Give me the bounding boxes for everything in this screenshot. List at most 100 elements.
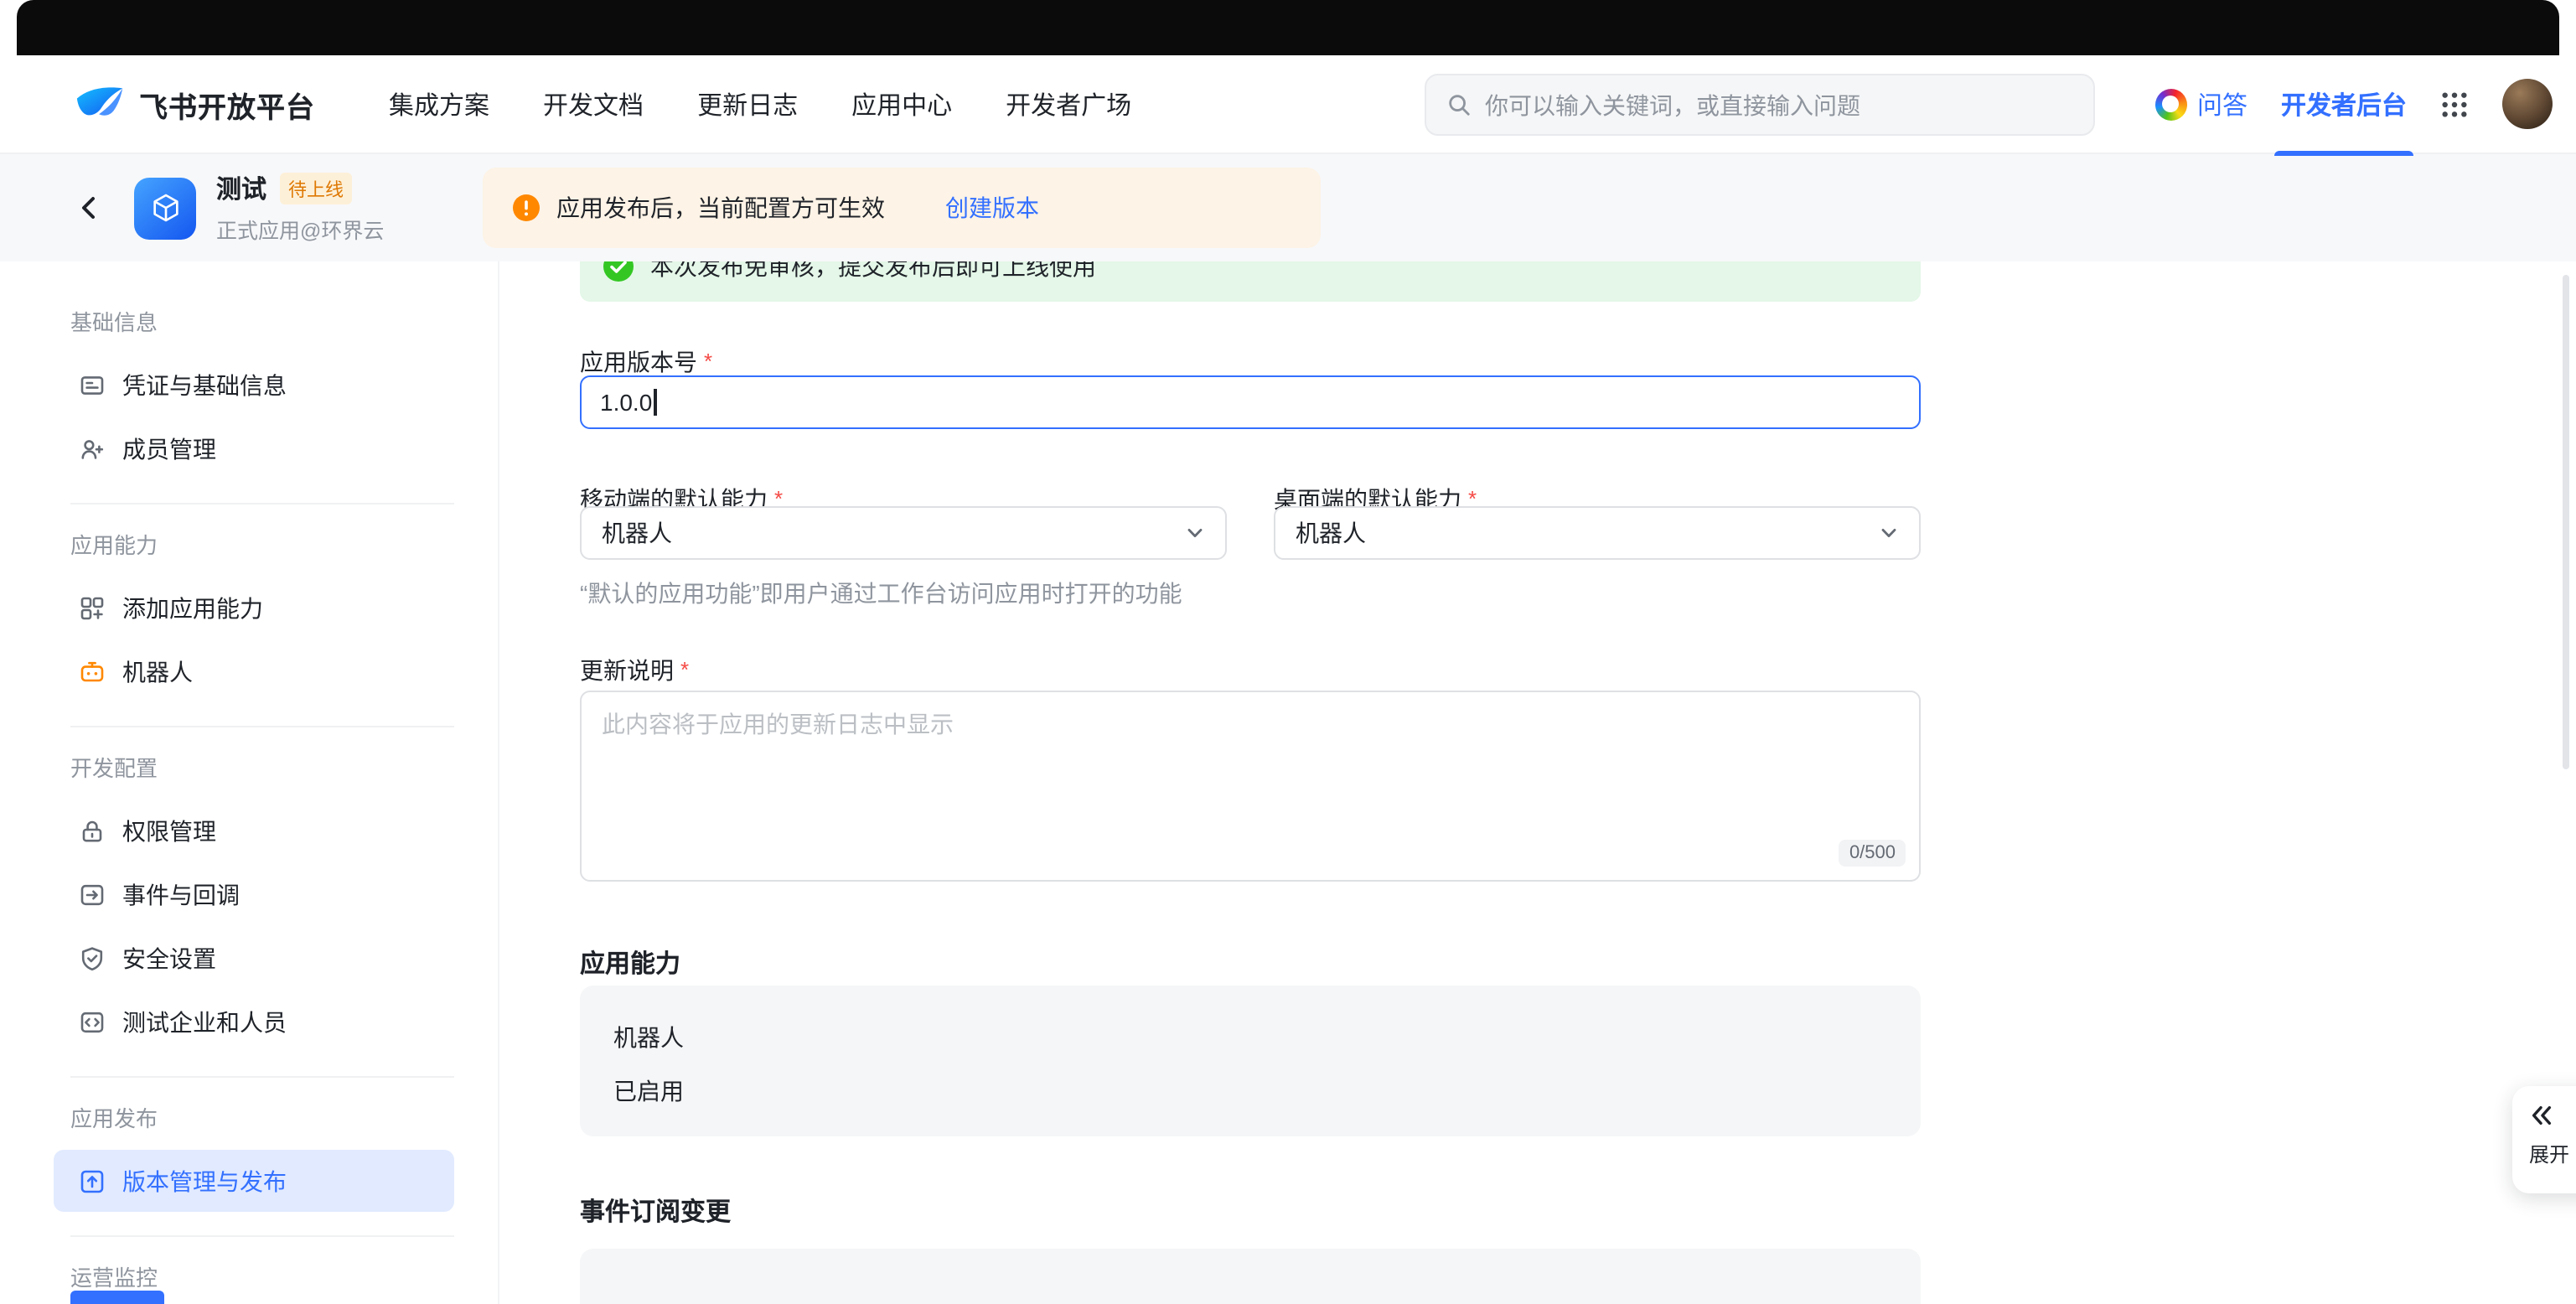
nav-item-dev-marketplace[interactable]: 开发者广场 bbox=[1006, 86, 1131, 122]
apps-grid-icon[interactable] bbox=[2440, 90, 2469, 118]
app-version-input[interactable]: 1.0.0 bbox=[580, 375, 1921, 429]
shield-icon bbox=[79, 944, 106, 971]
status-badge: 待上线 bbox=[280, 173, 352, 204]
members-icon bbox=[79, 435, 106, 462]
create-version-link[interactable]: 创建版本 bbox=[945, 191, 1039, 225]
char-counter: 0/500 bbox=[1839, 840, 1906, 867]
warning-banner: 应用发布后，当前配置方可生效 创建版本 bbox=[483, 168, 1321, 248]
sidebar-item-permissions[interactable]: 权限管理 bbox=[54, 799, 454, 862]
sidebar-section-monitoring: 运营监控 bbox=[70, 1260, 498, 1292]
double-chevron-left-icon bbox=[2529, 1103, 2576, 1128]
user-avatar[interactable] bbox=[2502, 79, 2553, 129]
feishu-brand[interactable]: 飞书开放平台 bbox=[75, 83, 315, 125]
sidebar-divider bbox=[70, 726, 454, 727]
robot-icon bbox=[79, 658, 106, 685]
permission-lock-icon bbox=[79, 817, 106, 844]
sidebar-item-label: 凭证与基础信息 bbox=[122, 368, 287, 401]
back-button[interactable] bbox=[74, 193, 104, 223]
app-name: 测试 bbox=[216, 171, 266, 206]
sidebar-item-test-org[interactable]: 测试企业和人员 bbox=[54, 991, 454, 1053]
warning-text: 应用发布后，当前配置方可生效 bbox=[556, 191, 885, 225]
code-brackets-icon bbox=[79, 1008, 106, 1035]
chevron-down-icon bbox=[1185, 523, 1205, 543]
success-check-icon bbox=[603, 261, 634, 282]
add-capability-icon bbox=[79, 594, 106, 621]
success-banner-text: 本次发布免审核，提交发布后即可上线使用 bbox=[650, 261, 1096, 283]
nav-item-changelog[interactable]: 更新日志 bbox=[697, 86, 798, 122]
sidebar-section-dev-config: 开发配置 bbox=[70, 751, 498, 783]
sidebar-item-label: 版本管理与发布 bbox=[122, 1164, 287, 1198]
update-notes-label: 更新说明 bbox=[580, 654, 689, 687]
app-titles: 测试 待上线 正式应用@环界云 bbox=[216, 171, 384, 245]
sidebar-item-robot[interactable]: 机器人 bbox=[54, 640, 454, 702]
sidebar-item-version-release[interactable]: 版本管理与发布 bbox=[54, 1150, 454, 1212]
version-value: 1.0.0 bbox=[600, 389, 652, 416]
window-topbar bbox=[17, 0, 2559, 55]
qa-button[interactable]: 问答 bbox=[2155, 86, 2248, 122]
app-header-bar: 测试 待上线 正式应用@环界云 应用发布后，当前配置方可生效 创建版本 bbox=[0, 154, 2576, 261]
main-content: 本次发布免审核，提交发布后即可上线使用 应用版本号 1.0.0 移动端的默认能力… bbox=[498, 261, 2576, 1304]
warning-icon bbox=[513, 194, 540, 221]
sidebar-item-members[interactable]: 成员管理 bbox=[54, 417, 454, 479]
developer-console-label: 开发者后台 bbox=[2281, 86, 2407, 122]
tab-developer-console[interactable]: 开发者后台 bbox=[2281, 54, 2407, 153]
sidebar-section-basic-info: 基础信息 bbox=[70, 305, 498, 337]
capability-status: 已启用 bbox=[613, 1074, 684, 1108]
sidebar-section-capabilities: 应用能力 bbox=[70, 528, 498, 560]
partially-visible-element bbox=[70, 1291, 164, 1304]
desktop-capability-select[interactable]: 机器人 bbox=[1274, 506, 1921, 560]
sidebar-item-events-callbacks[interactable]: 事件与回调 bbox=[54, 863, 454, 925]
search-input[interactable]: 你可以输入关键词，或直接输入问题 bbox=[1425, 74, 2095, 136]
sidebar: 基础信息 凭证与基础信息 成员管理 应用能力 bbox=[0, 261, 498, 1304]
search-icon bbox=[1446, 92, 1472, 117]
scrollbar-thumb[interactable] bbox=[2563, 275, 2569, 769]
search-placeholder: 你可以输入关键词，或直接输入问题 bbox=[1485, 88, 1860, 122]
brand-name: 飞书开放平台 bbox=[139, 83, 315, 125]
nav-item-docs[interactable]: 开发文档 bbox=[543, 86, 644, 122]
event-section-title: 事件订阅变更 bbox=[580, 1193, 731, 1229]
capability-summary-card: 机器人 已启用 bbox=[580, 986, 1921, 1136]
top-navbar: 飞书开放平台 集成方案 开发文档 更新日志 应用中心 开发者广场 你可以输入关键… bbox=[0, 55, 2576, 154]
chevron-down-icon bbox=[1879, 523, 1899, 543]
main-nav: 集成方案 开发文档 更新日志 应用中心 开发者广场 bbox=[389, 86, 1131, 122]
sidebar-item-add-capability[interactable]: 添加应用能力 bbox=[54, 577, 454, 639]
sidebar-section-release: 应用发布 bbox=[70, 1101, 498, 1133]
header-right: 问答 开发者后台 bbox=[2155, 55, 2553, 153]
app-subtitle: 正式应用@环界云 bbox=[216, 213, 384, 245]
event-subscription-card bbox=[580, 1249, 1921, 1304]
capability-name: 机器人 bbox=[613, 1021, 684, 1054]
sidebar-divider bbox=[70, 503, 454, 505]
expand-label: 展开 bbox=[2529, 1140, 2576, 1168]
credential-icon bbox=[79, 371, 106, 398]
sidebar-item-label: 安全设置 bbox=[122, 941, 216, 975]
success-banner: 本次发布免审核，提交发布后即可上线使用 bbox=[580, 261, 1921, 302]
sidebar-divider bbox=[70, 1235, 454, 1237]
sidebar-item-label: 成员管理 bbox=[122, 432, 216, 465]
update-notes-textarea[interactable]: 此内容将于应用的更新日志中显示 0/500 bbox=[580, 691, 1921, 882]
sidebar-item-credentials[interactable]: 凭证与基础信息 bbox=[54, 354, 454, 416]
publish-icon bbox=[79, 1167, 106, 1194]
sidebar-item-security[interactable]: 安全设置 bbox=[54, 927, 454, 989]
desktop-capability-value: 机器人 bbox=[1296, 516, 1366, 550]
sidebar-item-label: 测试企业和人员 bbox=[122, 1005, 287, 1038]
expand-panel-button[interactable]: 展开 bbox=[2512, 1086, 2576, 1193]
nav-item-integration[interactable]: 集成方案 bbox=[389, 86, 489, 122]
capability-hint: “默认的应用功能”即用户通过工作台访问应用时打开的功能 bbox=[580, 577, 1182, 610]
app-identity: 测试 待上线 正式应用@环界云 bbox=[134, 171, 384, 245]
sidebar-item-label: 权限管理 bbox=[122, 814, 216, 847]
page: 飞书开放平台 集成方案 开发文档 更新日志 应用中心 开发者广场 你可以输入关键… bbox=[0, 0, 2576, 1304]
sidebar-item-label: 机器人 bbox=[122, 655, 193, 688]
nav-item-app-center[interactable]: 应用中心 bbox=[851, 86, 952, 122]
sidebar-item-label: 添加应用能力 bbox=[122, 591, 263, 624]
event-callback-icon bbox=[79, 881, 106, 908]
update-notes-placeholder: 此内容将于应用的更新日志中显示 bbox=[602, 711, 954, 737]
qa-label: 问答 bbox=[2197, 86, 2248, 122]
sidebar-item-label: 事件与回调 bbox=[122, 877, 240, 911]
app-cube-icon bbox=[134, 177, 196, 239]
qa-rainbow-icon bbox=[2155, 88, 2187, 120]
capability-section-title: 应用能力 bbox=[580, 945, 680, 981]
mobile-capability-value: 机器人 bbox=[602, 516, 672, 550]
text-caret bbox=[654, 389, 656, 416]
mobile-capability-select[interactable]: 机器人 bbox=[580, 506, 1227, 560]
sidebar-divider bbox=[70, 1076, 454, 1078]
